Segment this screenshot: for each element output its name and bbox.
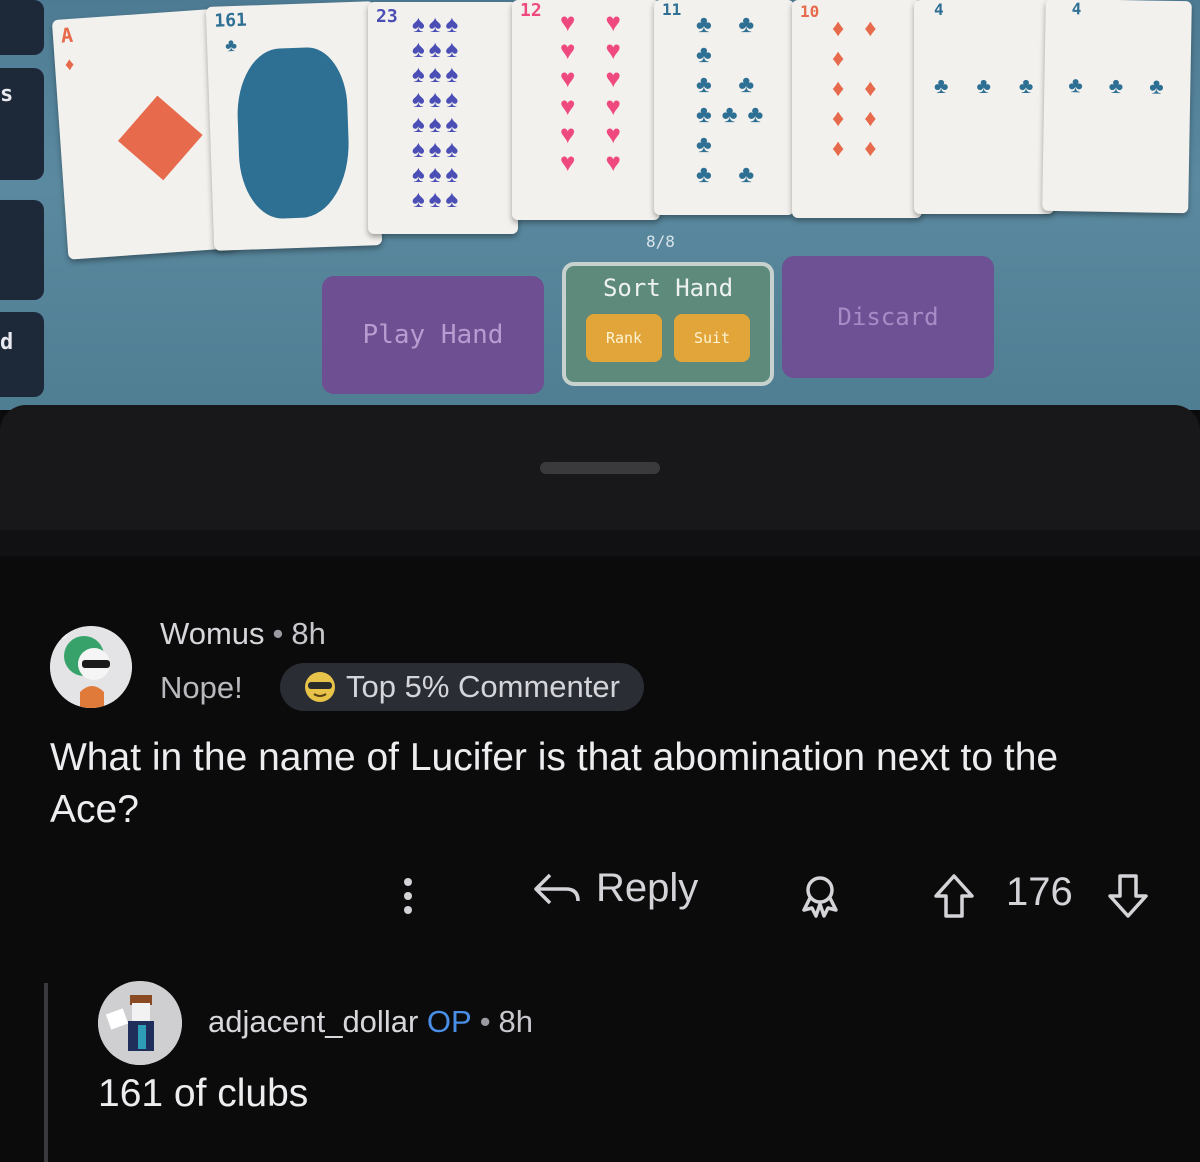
more-options-button[interactable] [392,872,424,920]
discard-button[interactable]: Discard [782,256,994,378]
diamond-icon [117,95,203,181]
card-rank: 11 [662,0,682,19]
side-panel-letter: s [0,82,14,107]
award-button[interactable] [796,872,844,920]
sunglasses-emoji-icon [305,672,335,702]
club-pips: ♣♣♣♣♣♣ [1066,72,1190,213]
diamond-pips: ♦♦ ♦ ♦♦ ♦♦ ♦♦ [832,15,897,162]
card-rank: 12 [520,0,542,21]
card-rank: 23 [376,6,398,27]
timestamp: 8h [498,1004,534,1039]
reply-button[interactable]: Reply [532,866,698,911]
award-icon [802,876,838,918]
club-pips: ♣ ♣ ♣ ♣ ♣ ♣♣♣ ♣ ♣ ♣ [696,11,774,188]
heart-pips: ♥♥ ♥♥ ♥♥ ♥♥ ♥♥ ♥♥ [560,7,651,177]
timestamp: 8h [291,616,326,651]
avatar[interactable] [50,626,132,708]
downvote-arrow-icon [1108,874,1148,918]
card-rank: 10 [800,2,820,21]
card-12-of-hearts[interactable]: 12 ♥♥ ♥♥ ♥♥ ♥♥ ♥♥ ♥♥ [512,0,660,220]
spade-pips: ♠♠♠ ♠♠♠ ♠♠♠ ♠♠♠ ♠♠♠ ♠♠♠ ♠♠♠ ♠♠♠ [412,11,463,213]
thread-line[interactable] [44,983,48,1162]
avatar-image [98,981,182,1065]
play-hand-button[interactable]: Play Hand [322,276,544,394]
comment-meta: Womus • 8h [160,616,326,652]
reply-arrow-icon [534,873,580,904]
downvote-button[interactable] [1104,872,1152,920]
side-panel-edge [0,0,44,55]
reply-body: 161 of clubs [98,1072,309,1115]
card-4-of-clubs[interactable]: 4 ♣♣♣♣♣♣ [1042,0,1192,214]
sort-suit-button[interactable]: Suit [674,314,750,362]
side-panel-edge [0,200,44,300]
card-10-of-diamonds[interactable]: 10 ♦♦ ♦ ♦♦ ♦♦ ♦♦ [792,0,922,218]
sort-hand-panel: Sort Hand Rank Suit [562,262,774,386]
top-commenter-badge[interactable]: Top 5% Commenter [280,663,644,711]
club-pip-cluster [235,46,352,220]
sort-hand-label: Sort Hand [602,274,734,302]
card-11-of-clubs[interactable]: 11 ♣ ♣ ♣ ♣ ♣ ♣♣♣ ♣ ♣ ♣ [654,0,794,215]
sheet-drag-handle[interactable] [540,462,660,474]
username[interactable]: adjacent_dollar [208,1004,418,1039]
section-divider [0,530,1200,556]
more-vertical-icon [404,878,412,914]
separator-dot: • [479,1004,491,1039]
upvote-arrow-icon [934,874,974,918]
card-rank: A [60,22,74,48]
avatar-image [50,626,132,708]
comment-body: What in the name of Lucifer is that abom… [50,736,1059,831]
username[interactable]: Womus [160,616,265,651]
reply-label: Reply [596,866,699,910]
bottom-sheet-header [0,405,1200,530]
vote-count: 176 [1006,870,1073,914]
game-screenshot: s d A ♦ 161 ♣ 23 ♠♠♠ ♠♠♠ ♠♠♠ ♠♠♠ ♠♠♠ ♠♠♠ ♠♠♠ ♠♠… [0,0,1200,410]
card-4-of-clubs[interactable]: 4 ♣♣♣♣♣ [914,0,1054,214]
club-icon: ♣ [224,34,242,56]
card-23-of-spades[interactable]: 23 ♠♠♠ ♠♠♠ ♠♠♠ ♠♠♠ ♠♠♠ ♠♠♠ ♠♠♠ ♠♠♠ [368,2,518,234]
diamond-icon: ♦ [64,53,79,75]
card-rank: 4 [1071,0,1082,19]
op-badge: OP [426,1004,472,1039]
side-panel-letter: d [0,330,14,355]
reply-meta: adjacent_dollar OP • 8h [208,1004,533,1040]
user-flair: Nope! [160,670,243,705]
card-rank: 161 [213,9,248,32]
card-161-of-clubs[interactable]: 161 ♣ [205,1,383,251]
separator-dot: • [272,616,284,651]
hand-count: 8/8 [646,232,675,251]
avatar[interactable] [98,981,182,1065]
badge-label: Top 5% Commenter [346,669,620,704]
upvote-button[interactable] [930,872,978,920]
sort-rank-button[interactable]: Rank [586,314,662,362]
card-rank: 4 [934,0,944,19]
club-pips: ♣♣♣♣♣ [934,73,1054,214]
